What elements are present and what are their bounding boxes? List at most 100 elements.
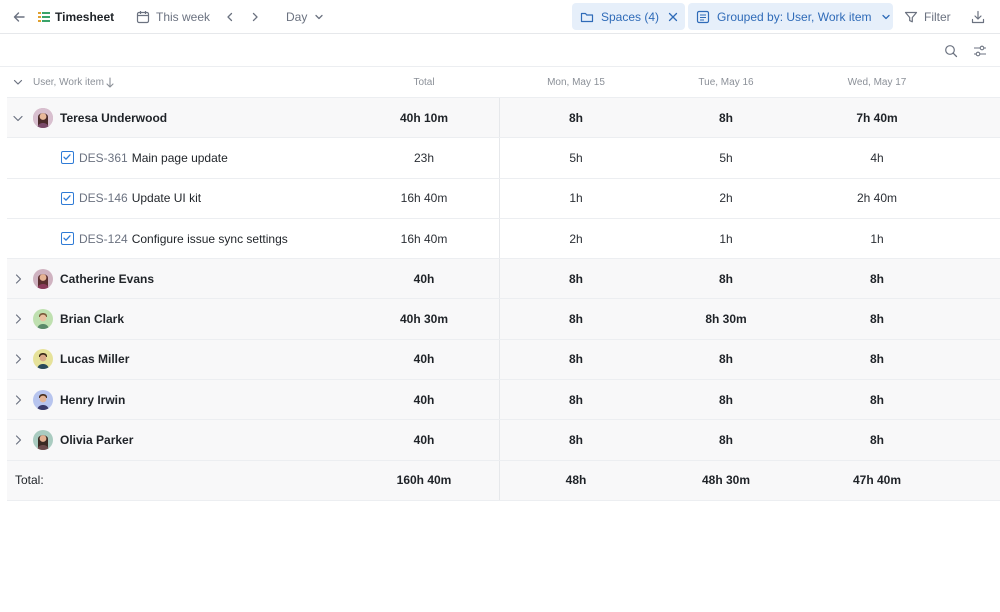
chevron-right-icon[interactable] bbox=[10, 351, 26, 367]
period-label: This week bbox=[156, 10, 211, 24]
download-icon bbox=[971, 10, 985, 24]
back-button[interactable] bbox=[11, 0, 27, 34]
work-item-title[interactable]: Configure issue sync settings bbox=[132, 232, 288, 246]
arrow-left-icon bbox=[11, 9, 27, 25]
day-total-cell: 48h bbox=[565, 473, 587, 488]
total-cell: 40h bbox=[413, 433, 435, 448]
day-cell[interactable]: 8h bbox=[511, 299, 641, 338]
avatar bbox=[33, 349, 53, 370]
user-name: Olivia Parker bbox=[60, 433, 134, 448]
total-cell: 40h 10m bbox=[399, 110, 449, 125]
group-by-selector[interactable]: Grouped by: User, Work item bbox=[688, 3, 893, 30]
day-cell[interactable]: 2h bbox=[661, 179, 791, 218]
view-selector[interactable]: Day bbox=[286, 0, 325, 34]
total-cell: 40h 30m bbox=[399, 312, 449, 327]
chevron-down-icon[interactable] bbox=[10, 110, 26, 126]
period-selector[interactable]: This week bbox=[136, 0, 210, 34]
total-label: Total: bbox=[15, 473, 44, 488]
day-cell[interactable]: 5h bbox=[661, 138, 791, 177]
day-cell[interactable]: 8h bbox=[511, 259, 641, 298]
user-name: Lucas Miller bbox=[60, 352, 130, 367]
table-row-work-item[interactable]: DES-146 Update UI kit 16h 40m 1h 2h 2h 4… bbox=[7, 178, 1000, 219]
day-cell[interactable]: 8h bbox=[511, 380, 641, 419]
table-row-user[interactable]: Olivia Parker 40h 8h 8h 8h bbox=[7, 420, 1000, 461]
settings-button[interactable] bbox=[973, 34, 987, 67]
day-cell[interactable]: 2h 40m bbox=[812, 179, 942, 218]
day-cell[interactable]: 8h bbox=[661, 98, 791, 137]
work-item-title[interactable]: Update UI kit bbox=[132, 191, 201, 205]
search-button[interactable] bbox=[944, 34, 958, 67]
group-by-label: Grouped by: User, Work item bbox=[717, 9, 872, 24]
day-cell[interactable]: 8h bbox=[661, 420, 791, 459]
chevron-right-icon[interactable] bbox=[10, 392, 26, 408]
chevron-down-icon bbox=[313, 11, 325, 23]
work-item-title[interactable]: Main page update bbox=[132, 151, 228, 165]
column-header-mon[interactable]: Mon, May 15 bbox=[511, 67, 641, 98]
day-cell[interactable]: 8h bbox=[812, 259, 942, 298]
day-cell[interactable]: 8h bbox=[812, 380, 942, 419]
total-cell: 16h 40m bbox=[400, 231, 448, 246]
day-total-cell: 47h 40m bbox=[852, 473, 902, 488]
day-cell[interactable]: 8h bbox=[661, 380, 791, 419]
day-cell[interactable]: 8h bbox=[812, 420, 942, 459]
day-cell[interactable]: 8h bbox=[511, 420, 641, 459]
day-cell[interactable]: 8h bbox=[661, 340, 791, 379]
day-cell[interactable]: 4h bbox=[812, 138, 942, 177]
day-total-cell: 48h 30m bbox=[701, 473, 751, 488]
table-row-user[interactable]: Brian Clark 40h 30m 8h 8h 30m 8h bbox=[7, 299, 1000, 340]
day-cell[interactable]: 1h bbox=[511, 179, 641, 218]
avatar bbox=[33, 107, 53, 128]
day-cell[interactable]: 8h 30m bbox=[661, 299, 791, 338]
filter-label: Filter bbox=[924, 10, 951, 24]
total-cell: 40h bbox=[413, 392, 435, 407]
avatar bbox=[33, 389, 53, 410]
total-cell: 23h bbox=[413, 150, 435, 165]
work-item-key[interactable]: DES-124 bbox=[79, 232, 128, 246]
close-icon[interactable] bbox=[667, 11, 679, 23]
user-name: Teresa Underwood bbox=[60, 110, 168, 125]
table-row-user[interactable]: Lucas Miller 40h 8h 8h 8h bbox=[7, 339, 1000, 381]
column-header-name[interactable]: User, Work item bbox=[33, 67, 104, 98]
day-cell[interactable]: 1h bbox=[661, 219, 791, 258]
chevron-right-icon[interactable] bbox=[10, 311, 26, 327]
column-header-total[interactable]: Total bbox=[359, 67, 489, 98]
work-item-key[interactable]: DES-361 bbox=[79, 151, 128, 165]
day-cell[interactable]: 8h bbox=[511, 98, 641, 137]
day-cell[interactable]: 5h bbox=[511, 138, 641, 177]
chevron-right-icon[interactable] bbox=[10, 432, 26, 448]
table-row-work-item[interactable]: DES-361 Main page update 23h 5h 5h 4h bbox=[7, 138, 1000, 179]
previous-period-button[interactable] bbox=[223, 0, 237, 34]
total-cell: 40h bbox=[413, 271, 435, 286]
sort-arrow-down-icon[interactable] bbox=[105, 77, 115, 89]
day-cell[interactable]: 1h bbox=[812, 219, 942, 258]
next-period-button[interactable] bbox=[248, 0, 262, 34]
column-header-tue[interactable]: Tue, May 16 bbox=[661, 67, 791, 98]
table-row-user[interactable]: Teresa Underwood 40h 10m 8h 8h 7h 40m bbox=[7, 98, 1000, 139]
table-row-work-item[interactable]: DES-124 Configure issue sync settings 16… bbox=[7, 218, 1000, 260]
table-toolbar bbox=[0, 34, 1000, 67]
day-cell[interactable]: 7h 40m bbox=[812, 98, 942, 137]
chevron-right-icon[interactable] bbox=[10, 271, 26, 287]
collapse-all-toggle[interactable] bbox=[12, 76, 24, 88]
work-item-key[interactable]: DES-146 bbox=[79, 191, 128, 205]
task-checkbox-icon bbox=[61, 191, 74, 205]
total-cell: 16h 40m bbox=[400, 191, 448, 206]
day-cell[interactable]: 8h bbox=[661, 259, 791, 298]
timesheet-table: User, Work item Total Mon, May 15 Tue, M… bbox=[7, 67, 1000, 501]
column-header-wed[interactable]: Wed, May 17 bbox=[812, 67, 942, 98]
export-button[interactable] bbox=[971, 0, 985, 34]
app-title: Timesheet bbox=[38, 0, 114, 34]
table-row-user[interactable]: Catherine Evans 40h 8h 8h 8h bbox=[7, 259, 1000, 300]
day-cell[interactable]: 2h bbox=[511, 219, 641, 258]
day-cell[interactable]: 8h bbox=[812, 299, 942, 338]
day-cell[interactable]: 8h bbox=[511, 340, 641, 379]
view-label: Day bbox=[286, 10, 308, 24]
table-row-user[interactable]: Henry Irwin 40h 8h 8h 8h bbox=[7, 380, 1000, 421]
day-cell[interactable]: 8h bbox=[812, 340, 942, 379]
table-header: User, Work item Total Mon, May 15 Tue, M… bbox=[7, 67, 1000, 98]
spaces-filter-chip[interactable]: Spaces (4) bbox=[572, 3, 685, 30]
user-name: Henry Irwin bbox=[60, 392, 126, 407]
user-name: Brian Clark bbox=[60, 312, 125, 327]
grand-total-cell: 160h 40m bbox=[396, 473, 452, 488]
filter-button[interactable]: Filter bbox=[904, 0, 951, 34]
